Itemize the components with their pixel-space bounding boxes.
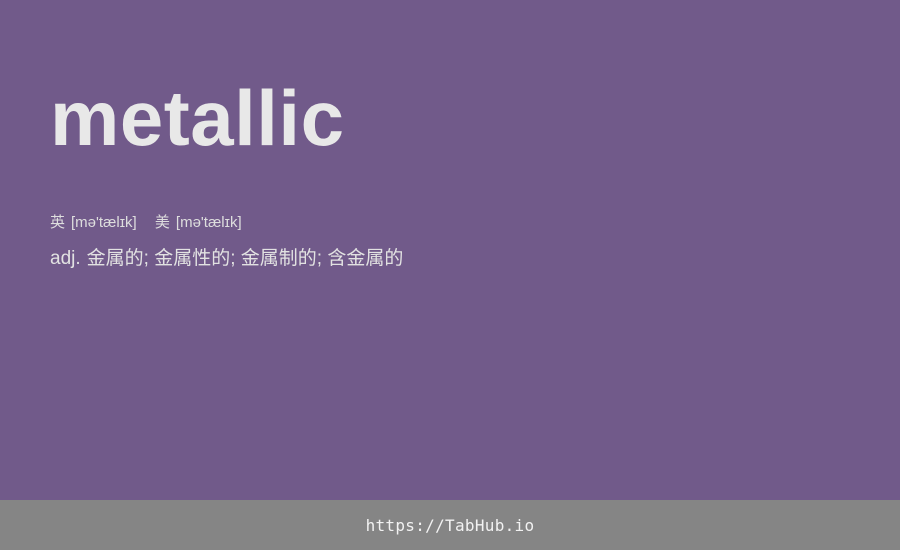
definition-text: 金属的; 金属性的; 金属制的; 含金属的	[86, 248, 404, 269]
phonetic-us-label: 美	[154, 214, 170, 231]
word-card: metallic 英 [mə'tælɪk] 美 [mə'tælɪk] adj. 金属的…	[0, 0, 900, 500]
phonetics: 英 [mə'tælɪk] 美 [mə'tælɪk]	[50, 213, 256, 233]
phonetic-uk: 英 [mə'tælɪk]	[50, 213, 137, 233]
phonetic-us: 美 [mə'tælɪk]	[155, 213, 242, 233]
phonetic-us-transcription: [mə'tælɪk]	[175, 214, 242, 231]
definition: adj. 金属的; 金属性的; 金属制的; 含金属的	[50, 246, 403, 272]
tabhub-link[interactable]: https://TabHub.io	[366, 516, 535, 535]
phonetic-uk-label: 英	[50, 214, 66, 231]
headword: metallic	[50, 74, 345, 162]
part-of-speech: adj.	[50, 248, 81, 269]
footer-bar: https://TabHub.io	[0, 500, 900, 550]
phonetic-uk-transcription: [mə'tælɪk]	[71, 214, 137, 231]
